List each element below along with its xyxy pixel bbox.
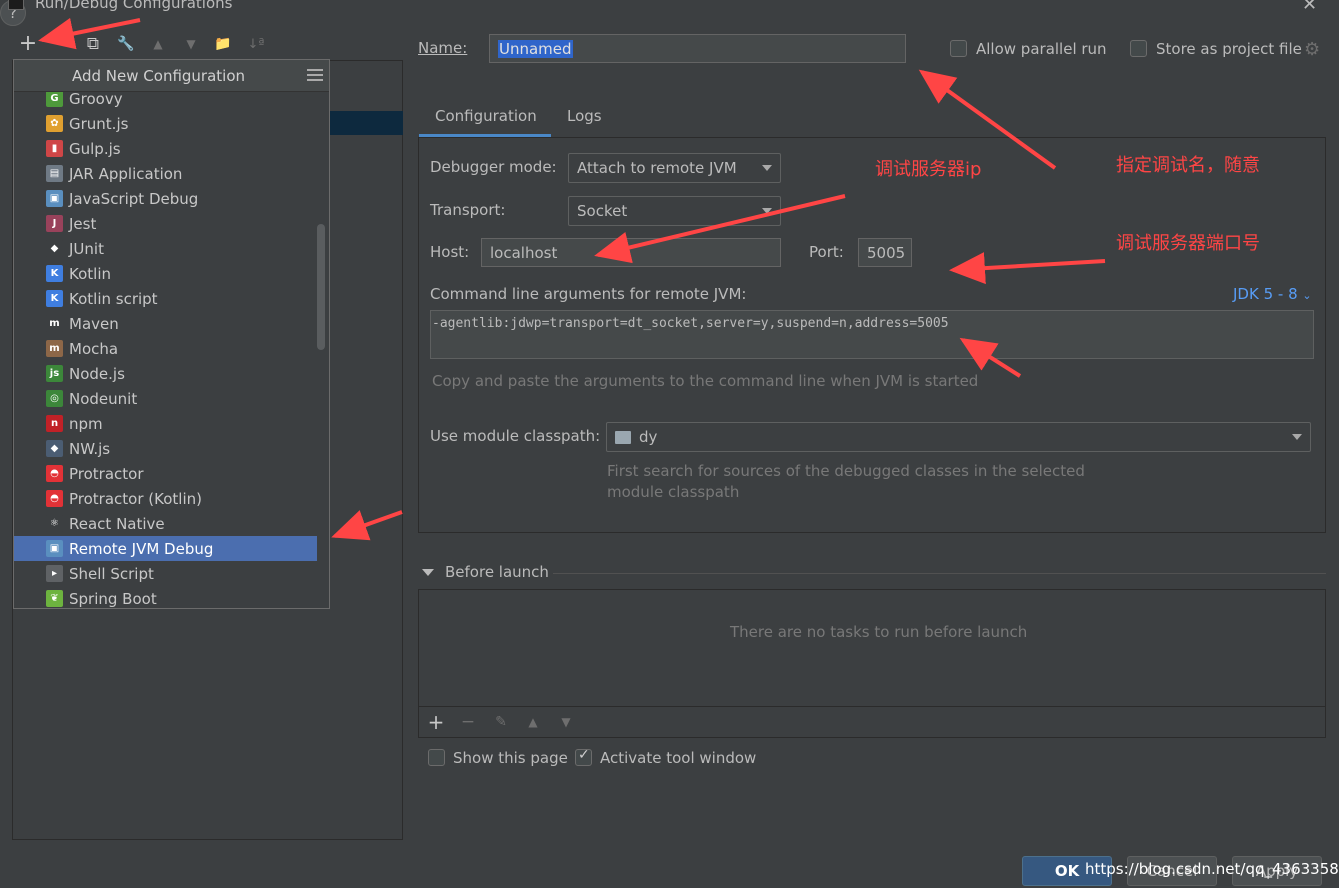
arrow-to-name-field	[918, 69, 1057, 170]
arrow-to-port-field	[949, 252, 1106, 285]
arrow-to-remote-debug	[331, 510, 403, 541]
arrow-to-host-field	[594, 194, 846, 264]
arrow-to-add-button	[38, 17, 141, 50]
arrow-to-cmd-args	[959, 337, 1022, 378]
annotation-arrows	[38, 17, 1106, 541]
